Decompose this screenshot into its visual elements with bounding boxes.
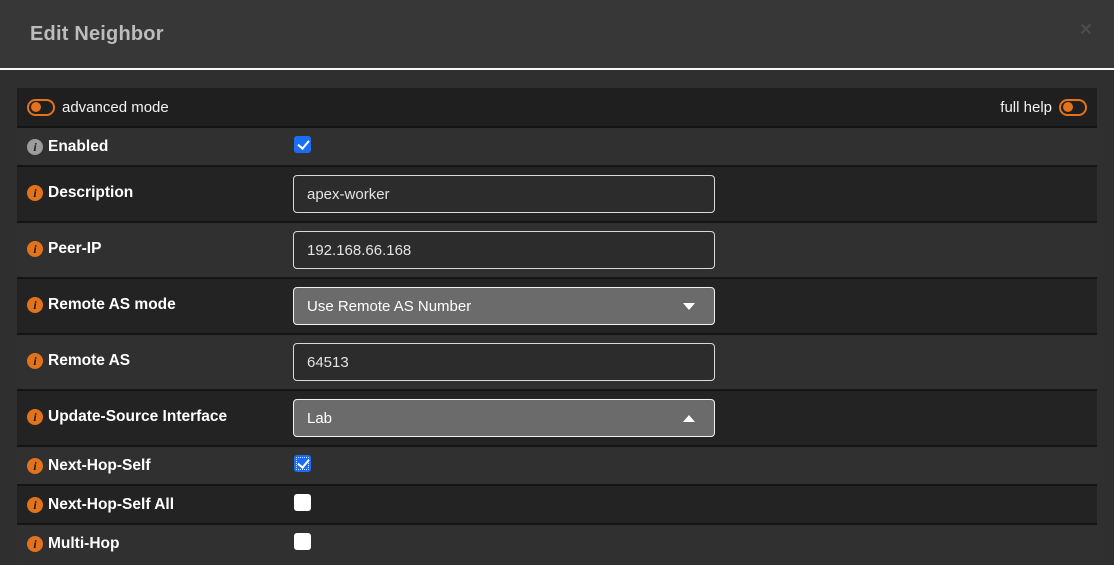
- form-row-update-source-interface: i Update-Source Interface Lab: [17, 391, 1097, 445]
- form-row-multi-hop: i Multi-Hop: [17, 525, 1097, 562]
- toggle-knob: [1063, 102, 1073, 112]
- field-control-cell: Lab: [293, 399, 1087, 437]
- select-value: Lab: [307, 410, 683, 427]
- caret-down-icon: [683, 303, 695, 310]
- field-label-cell: i Remote AS mode: [27, 287, 293, 314]
- form-row-remote-as: i Remote AS: [17, 335, 1097, 389]
- form-row-enabled: i Enabled: [17, 128, 1097, 165]
- options-bar: advanced mode full help: [17, 88, 1097, 126]
- field-label-cell: i Enabled: [27, 138, 293, 156]
- input-peer-ip[interactable]: [293, 231, 715, 269]
- form-row-description: i Description: [17, 167, 1097, 221]
- field-label-cell: i Peer-IP: [27, 231, 293, 258]
- edit-neighbor-form: advanced mode full help i Enabled i Desc…: [17, 88, 1097, 562]
- field-label: Next-Hop-Self All: [48, 496, 174, 514]
- field-control-cell: [293, 175, 1087, 213]
- field-control-cell: Use Remote AS Number: [293, 287, 1087, 325]
- field-label-cell: i Update-Source Interface: [27, 399, 293, 426]
- field-label-cell: i Multi-Hop: [27, 535, 293, 553]
- field-control-cell: [293, 494, 1087, 516]
- field-label: Multi-Hop: [48, 535, 119, 553]
- info-circle-icon[interactable]: i: [27, 241, 43, 257]
- close-icon[interactable]: ×: [1074, 15, 1098, 44]
- checkbox-enabled[interactable]: [294, 136, 311, 153]
- field-label: Remote AS mode: [48, 296, 176, 314]
- field-label: Peer-IP: [48, 240, 101, 258]
- checkbox-multi-hop[interactable]: [294, 533, 311, 550]
- field-control-cell: [293, 231, 1087, 269]
- modal-title: Edit Neighbor: [30, 23, 164, 46]
- form-row-next-hop-self: i Next-Hop-Self: [17, 447, 1097, 484]
- field-label-cell: i Description: [27, 175, 293, 202]
- select-value: Use Remote AS Number: [307, 298, 683, 315]
- form-row-remote-as-mode: i Remote AS mode Use Remote AS Number: [17, 279, 1097, 333]
- field-label: Enabled: [48, 138, 108, 156]
- field-label-cell: i Next-Hop-Self All: [27, 496, 293, 514]
- full-help-label: full help: [1000, 99, 1052, 116]
- form-row-peer-ip: i Peer-IP: [17, 223, 1097, 277]
- checkbox-next-hop-self[interactable]: [294, 455, 311, 472]
- checkbox-next-hop-self-all[interactable]: [294, 494, 311, 511]
- info-circle-icon[interactable]: i: [27, 458, 43, 474]
- field-control-cell: [293, 455, 1087, 477]
- caret-up-icon: [683, 415, 695, 422]
- advanced-mode-label: advanced mode: [62, 99, 169, 116]
- info-circle-icon[interactable]: i: [27, 497, 43, 513]
- field-label: Remote AS: [48, 352, 130, 370]
- input-remote-as[interactable]: [293, 343, 715, 381]
- select-update-source-interface[interactable]: Lab: [293, 399, 715, 437]
- full-help-toggle-icon[interactable]: [1059, 99, 1087, 116]
- field-label-cell: i Remote AS: [27, 343, 293, 370]
- field-label: Description: [48, 184, 133, 202]
- modal-body: advanced mode full help i Enabled i Desc…: [0, 70, 1114, 562]
- modal-header: Edit Neighbor ×: [0, 0, 1114, 68]
- info-circle-icon[interactable]: i: [27, 409, 43, 425]
- toggle-knob: [31, 102, 41, 112]
- info-circle-icon[interactable]: i: [27, 353, 43, 369]
- info-circle-icon[interactable]: i: [27, 297, 43, 313]
- advanced-mode-toggle-icon[interactable]: [27, 99, 55, 116]
- field-label-cell: i Next-Hop-Self: [27, 457, 293, 475]
- info-circle-icon[interactable]: i: [27, 185, 43, 201]
- select-remote-as-mode[interactable]: Use Remote AS Number: [293, 287, 715, 325]
- info-circle-icon[interactable]: i: [27, 139, 43, 155]
- info-circle-icon[interactable]: i: [27, 536, 43, 552]
- field-control-cell: [293, 533, 1087, 555]
- field-control-cell: [293, 136, 1087, 158]
- field-control-cell: [293, 343, 1087, 381]
- field-label: Next-Hop-Self: [48, 457, 150, 475]
- field-label: Update-Source Interface: [48, 408, 227, 426]
- form-row-next-hop-self-all: i Next-Hop-Self All: [17, 486, 1097, 523]
- input-description[interactable]: [293, 175, 715, 213]
